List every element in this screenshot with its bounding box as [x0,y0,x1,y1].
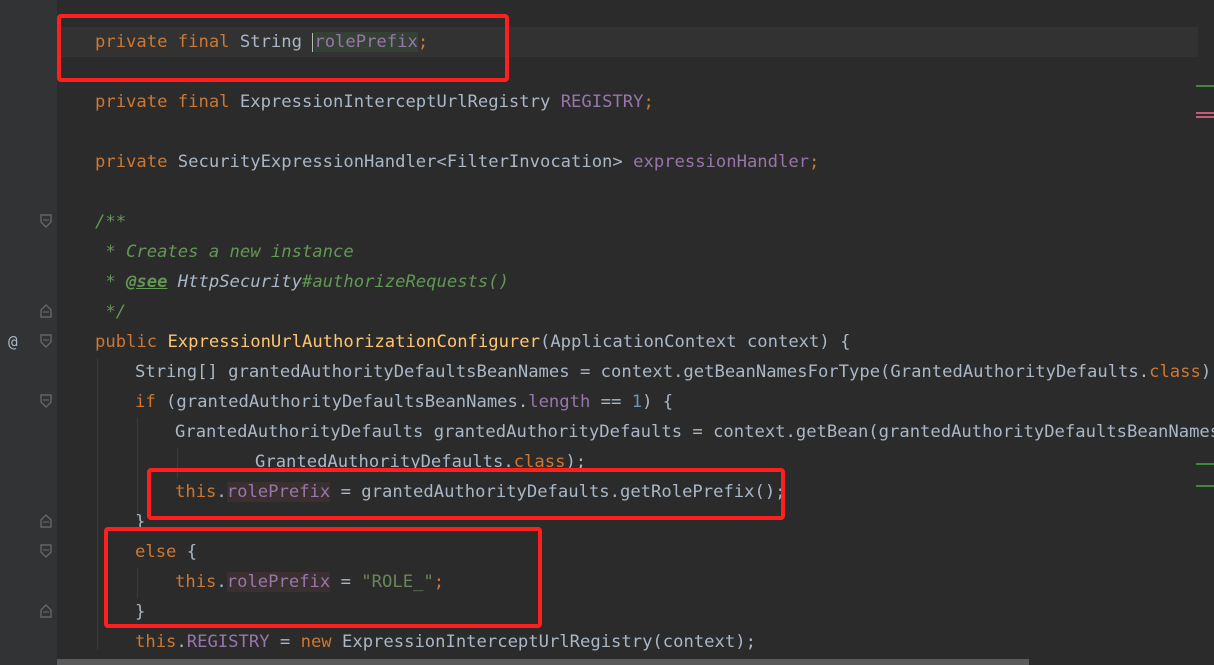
code-text: ExpressionInterceptUrlRegistry(context); [331,632,756,652]
code-text: GrantedAuthorityDefaults grantedAuthorit… [175,422,1214,442]
keyword: private final [95,92,230,112]
fold-icon[interactable] [40,214,52,228]
scrollbar-error-marker[interactable] [1196,116,1214,118]
type-name: ExpressionInterceptUrlRegistry [239,92,551,112]
constructor-name: ExpressionUrlAuthorizationConfigurer [167,332,540,352]
indent-guide [137,418,138,518]
unfold-icon[interactable] [40,604,52,618]
field-name: expressionHandler [633,152,810,172]
keyword: private [95,152,168,172]
unfold-icon[interactable] [40,304,52,318]
keyword: this [135,632,177,652]
fold-icon[interactable] [40,394,52,408]
scrollbar-change-marker[interactable] [1196,485,1214,487]
scrollbar-change-marker[interactable] [1196,85,1214,87]
number-literal: 1 [631,392,643,412]
code-line-bean-names[interactable]: String[] grantedAuthorityDefaultsBeanNam… [135,357,1214,387]
constructor-params: (ApplicationContext context) { [539,332,851,352]
annotation-box [104,527,542,628]
code-text: = [269,632,301,652]
code-text: (grantedAuthorityDefaultsBeanNames. [155,392,529,412]
code-text: ); [1200,362,1214,382]
code-line-handler-field[interactable]: private SecurityExpressionHandler<Filter… [95,147,819,177]
javadoc-see-line[interactable]: * @see HttpSecurity#authorizeRequests() [95,267,509,297]
code-line-registry-field[interactable]: private final ExpressionInterceptUrlRegi… [95,87,654,117]
type-name: SecurityExpressionHandler<FilterInvocati… [177,152,623,172]
field-name: length [528,392,591,412]
scrollbar-error-marker[interactable] [1196,112,1214,114]
fold-icon[interactable] [40,544,52,558]
indent-guide [97,358,98,650]
scrollbar-change-marker[interactable] [1196,463,1214,465]
keyword: public [95,332,158,352]
keyword: class [1149,362,1201,382]
javadoc-open[interactable]: /** [95,207,126,237]
horizontal-scrollbar[interactable] [57,659,1029,665]
code-line-registry-assign[interactable]: this.REGISTRY = new ExpressionInterceptU… [135,627,756,657]
code-line-constructor[interactable]: public ExpressionUrlAuthorizationConfigu… [95,327,850,357]
semicolon: ; [643,92,654,112]
semicolon: ; [809,152,820,172]
javadoc-tag: @see [126,272,168,292]
unfold-icon[interactable] [40,514,52,528]
field-name: REGISTRY [560,92,644,112]
code-text: == [590,392,632,412]
fold-icon[interactable] [40,334,52,348]
javadoc-close[interactable]: */ [95,297,126,327]
override-at-icon[interactable]: @ [8,332,18,351]
code-line-if[interactable]: if (grantedAuthorityDefaultsBeanNames.le… [135,387,673,417]
code-line-get-bean[interactable]: GrantedAuthorityDefaults grantedAuthorit… [175,417,1214,447]
javadoc-method-ref: #authorizeRequests() [301,272,509,292]
code-text: . [176,632,187,652]
javadoc-ref: HttpSecurity [167,272,302,292]
annotation-box [147,468,785,520]
keyword: if [135,392,156,412]
field-name: REGISTRY [186,632,270,652]
code-text: ) { [642,392,674,412]
code-text: String[] grantedAuthorityDefaultsBeanNam… [135,362,1150,382]
javadoc-star: * [95,272,127,292]
javadoc-description[interactable]: * Creates a new instance [95,237,353,267]
annotation-box [57,14,509,82]
keyword: new [300,632,332,652]
